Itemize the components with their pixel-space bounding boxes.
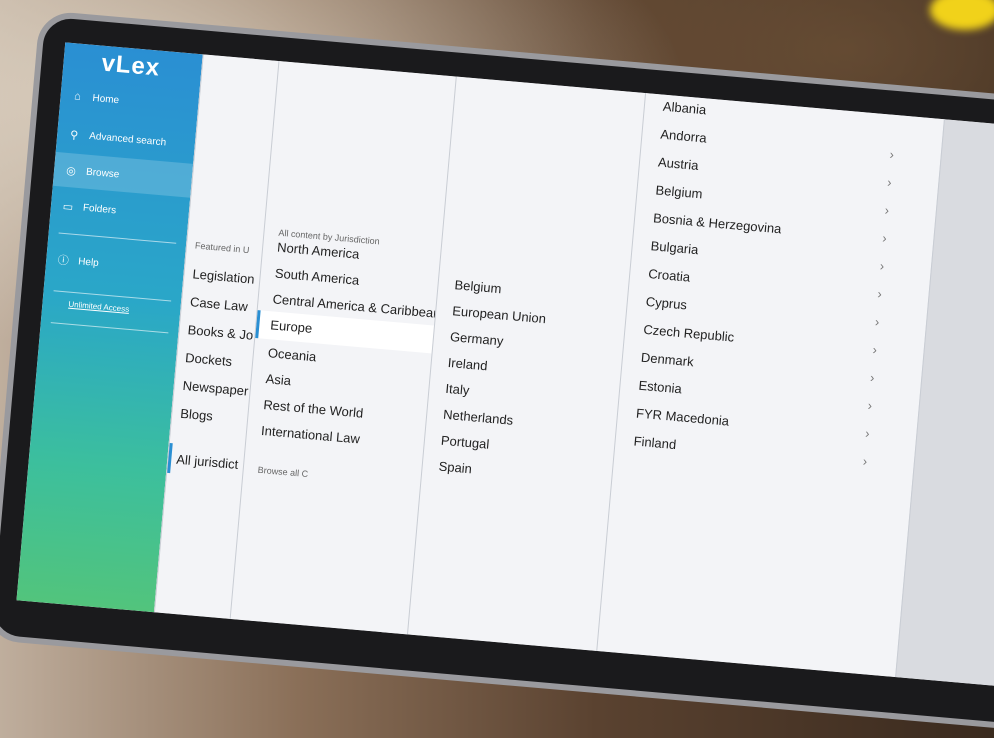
browse-all-link[interactable]: Browse all C [257,465,308,479]
chevron-right-icon[interactable]: › [884,202,890,217]
list-item[interactable]: Legislation [192,266,255,286]
vlex-logo[interactable]: vLex [100,50,161,83]
list-item[interactable]: Blogs [180,406,214,424]
sidebar-divider [58,232,177,244]
sidebar-divider [50,322,169,334]
list-item[interactable]: Ireland [447,355,488,373]
nav-folders-label: Folders [82,202,117,216]
chevron-right-icon[interactable]: › [889,147,895,162]
chevron-right-icon[interactable]: › [862,453,868,468]
nav-help-label: Help [77,255,100,269]
list-item[interactable]: Spain [438,459,472,477]
list-item[interactable]: Estonia [638,378,683,397]
chevron-right-icon[interactable]: › [867,398,873,413]
column-heading: Featured in U [194,240,250,256]
list-item[interactable]: Newspaper [182,378,249,399]
list-item[interactable]: FYR Macedonia [635,406,729,429]
list-item[interactable]: Italy [445,381,470,398]
list-item[interactable]: Netherlands [443,407,514,428]
list-item[interactable]: Bosnia & Herzegovina [653,210,782,236]
home-icon: ⌂ [73,90,82,103]
help-icon: ⓘ [57,254,70,268]
list-item[interactable]: Finland [633,433,677,452]
nav-browse-label: Browse [85,166,120,181]
laptop: vLex ⌂ Home ⚲ Advanced search ◎ Browse ▭… [0,10,994,738]
list-item[interactable]: Czech Republic [643,322,735,345]
folder-icon: ▭ [62,200,74,214]
screen: vLex ⌂ Home ⚲ Advanced search ◎ Browse ▭… [16,42,994,693]
chevron-right-icon[interactable]: › [887,175,893,190]
search-icon: ⚲ [69,128,79,142]
list-item[interactable]: Denmark [640,350,694,370]
list-item[interactable]: Portugal [440,433,490,452]
chevron-right-icon[interactable]: › [879,258,885,273]
unlimited-access-link[interactable]: Unlimited Access [68,300,129,314]
chevron-right-icon[interactable]: › [877,286,883,301]
chevron-right-icon[interactable]: › [882,230,888,245]
list-item[interactable]: Albania [662,99,707,118]
chevron-right-icon[interactable]: › [865,426,871,441]
list-item[interactable]: Austria [657,154,699,172]
list-item[interactable]: Oceania [267,345,317,364]
nav-help[interactable]: ⓘ Help [45,242,185,288]
nav-advanced-search-label: Advanced search [88,130,167,148]
chevron-right-icon[interactable]: › [872,342,878,357]
list-item[interactable]: Books & Jo [187,322,254,343]
list-item[interactable]: European Union [452,303,547,326]
list-item[interactable]: Dockets [185,350,233,369]
list-item[interactable]: Bulgaria [650,238,699,257]
compass-icon: ◎ [65,164,77,178]
list-item[interactable]: Germany [449,329,504,349]
list-item[interactable]: Rest of the World [263,397,364,421]
chevron-right-icon[interactable]: › [869,370,875,385]
list-item[interactable]: International Law [261,423,361,447]
list-item[interactable]: Cyprus [645,294,687,313]
chevron-right-icon[interactable]: › [874,314,880,329]
list-item[interactable]: Croatia [648,266,691,285]
list-item[interactable]: Belgium [454,277,502,296]
list-item[interactable]: Andorra [660,127,707,146]
list-item[interactable]: South America [274,266,360,288]
selection-indicator [167,442,173,474]
all-jurisdictions-link[interactable]: All jurisdict [176,452,239,472]
nav-home-label: Home [92,92,120,106]
list-item[interactable]: Belgium [655,182,703,201]
column-countries-all: Albania Andorra › Austria › Belgium › Bo… [596,93,945,678]
list-item[interactable]: Case Law [189,294,248,314]
list-item[interactable]: Asia [265,371,292,388]
